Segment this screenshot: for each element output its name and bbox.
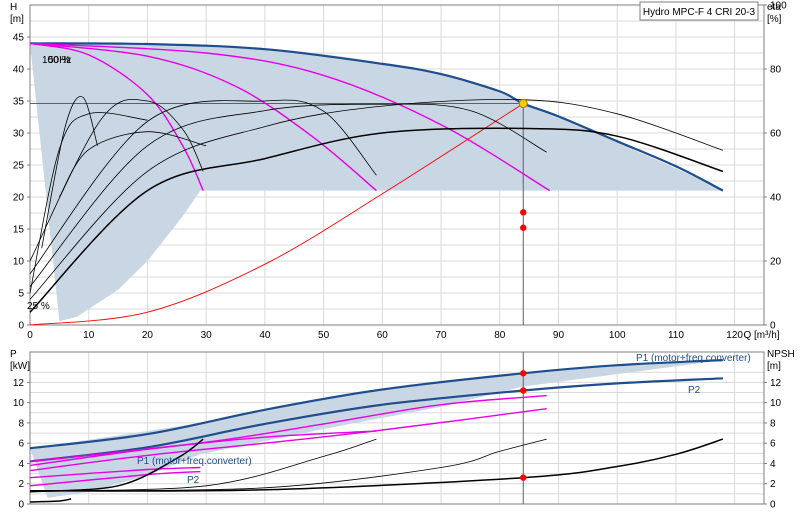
operating-point-marker (520, 370, 527, 377)
y-tick-label: 45 (13, 33, 25, 44)
y-tick-label: 40 (13, 65, 25, 76)
x-tick-label: 60 (377, 330, 389, 341)
y-axis-label: [m] (10, 14, 24, 25)
y-tick-label: 8 (18, 418, 24, 429)
y-tick-label: 25 (13, 161, 25, 172)
x-axis-label: Q [m³/h] (743, 330, 779, 341)
x-tick-label: 40 (259, 330, 271, 341)
annotation-p2-low: P2 (187, 475, 200, 486)
y-axis-label: P (10, 349, 17, 360)
duty-point-marker (518, 99, 528, 109)
x-tick-label: 20 (142, 330, 154, 341)
annotation-min-speed: 25 % (27, 301, 50, 312)
y2-tick-label: 2 (770, 479, 776, 490)
y-tick-label: 10 (13, 398, 25, 409)
x-tick-label: 0 (27, 330, 33, 341)
y-tick-label: 2 (18, 479, 24, 490)
power-panel: 0 2 4 6 8 10 12 0 2 4 6 8 10 12 P[kW] NPSH[m] (10, 349, 795, 511)
x-tick-label: 10 (83, 330, 95, 341)
series-npsh-11 (29, 498, 72, 503)
y-tick-label: 30 (13, 129, 25, 140)
y-tick-label: 0 (18, 500, 24, 511)
annotation-p1-low: P1 (motor+freq.converter) (137, 456, 252, 467)
operating-point-marker (520, 474, 527, 481)
y2-axis-label: [%] (767, 14, 782, 25)
y2-axis-label: eta (767, 2, 781, 13)
x-tick-label: 80 (494, 330, 506, 341)
y2-tick-label: 20 (770, 257, 782, 268)
y2-tick-label: 4 (770, 459, 776, 470)
operating-range-band (30, 360, 723, 498)
y-tick-label: 6 (18, 439, 24, 450)
y2-axis-label: [m] (767, 361, 781, 372)
y-tick-label: 4 (18, 459, 24, 470)
y2-tick-label: 8 (770, 418, 776, 429)
x-tick-label: 120 (726, 330, 743, 341)
head-panel: 0510152025303540450204060801000 10 20 30 40 5… (10, 1, 787, 342)
annotation-freq-top-2: 50Hz (48, 55, 71, 66)
y-tick-label: 10 (13, 257, 25, 268)
chart-svg: 0510152025303540450204060801000 10 20 30 40 5… (10, 1, 795, 511)
annotation-p2-top: P2 (688, 385, 701, 396)
x-tick-label: 50 (318, 330, 330, 341)
y2-tick-label: 6 (770, 439, 776, 450)
operating-point-marker (520, 387, 527, 394)
y-tick-label: 5 (18, 289, 24, 300)
operating-point-marker (520, 209, 527, 216)
y-tick-label: 20 (13, 193, 25, 204)
y-tick-label: 15 (13, 225, 25, 236)
y2-tick-label: 40 (770, 193, 782, 204)
annotation-p1-top: P1 (motor+freq.converter) (636, 353, 751, 364)
operating-point-marker (520, 224, 527, 231)
pump-curve-chart: 0 5 10 15 20 25 30 35 40 45 0 20 40 60 80 100 0 10 20 30 40 5… (0, 0, 800, 520)
y2-tick-label: 10 (770, 398, 782, 409)
y-tick-label: 35 (13, 97, 25, 108)
y2-tick-label: 0 (770, 500, 776, 511)
y2-tick-label: 12 (770, 378, 782, 389)
x-tick-label: 30 (201, 330, 213, 341)
y2-tick-label: 80 (770, 65, 782, 76)
x-tick-label: 90 (553, 330, 565, 341)
chart-title: Hydro MPC-F 4 CRI 20-3 (643, 7, 756, 18)
x-tick-label: 100 (609, 330, 626, 341)
y2-axis-label: NPSH (767, 349, 795, 360)
y-tick-label: 12 (13, 378, 25, 389)
y-axis-label: H (10, 2, 17, 13)
y-tick-label: 0 (18, 321, 24, 332)
x-tick-label: 70 (435, 330, 447, 341)
y2-tick-label: 60 (770, 129, 782, 140)
x-tick-label: 110 (668, 330, 684, 341)
y-axis-label: [kW] (10, 361, 30, 372)
